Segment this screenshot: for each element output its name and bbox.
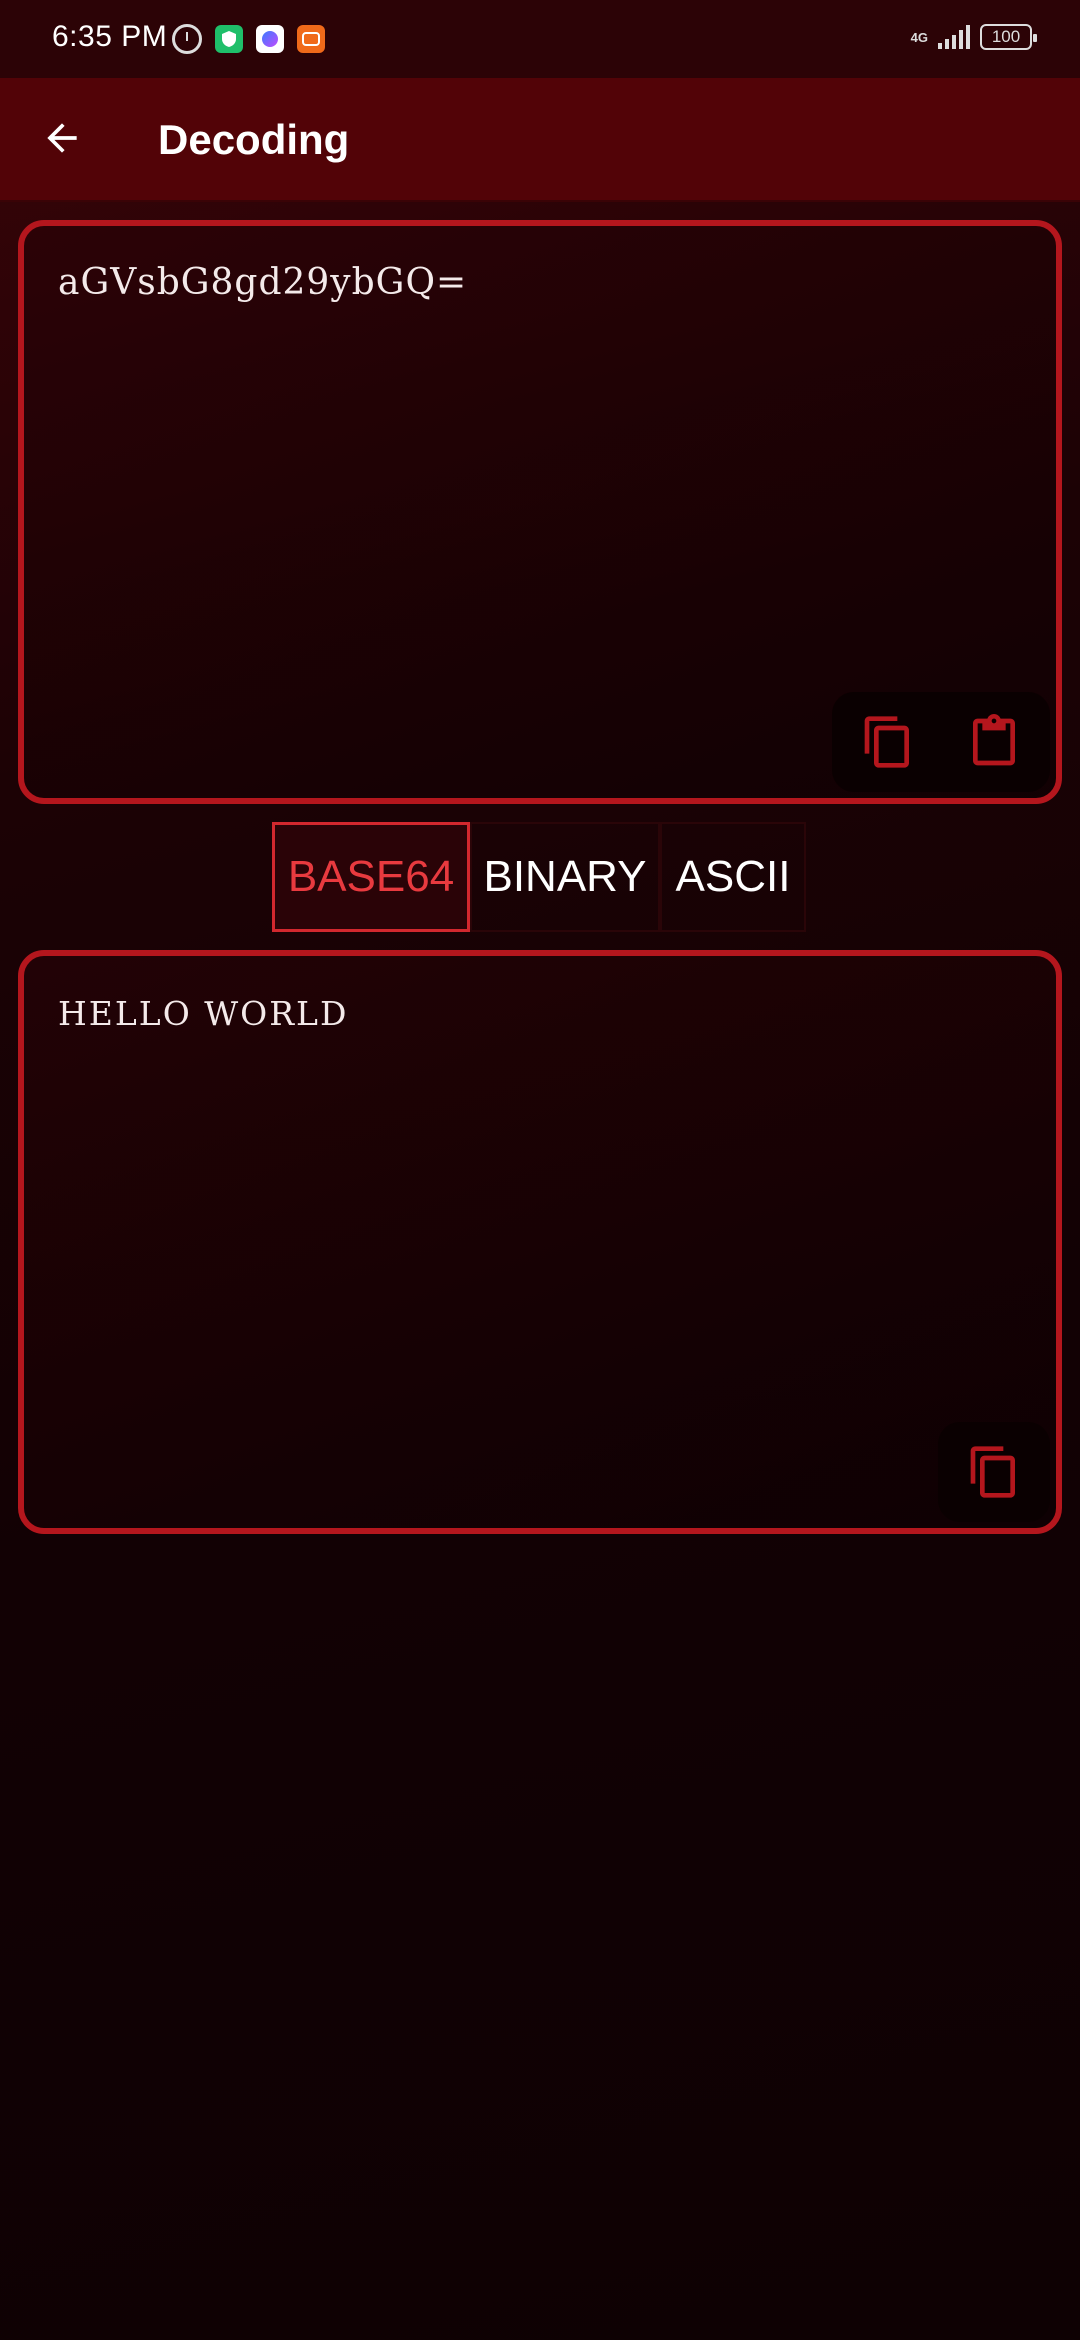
mode-ascii-button[interactable]: ASCII: [660, 822, 806, 932]
arrow-left-icon: [47, 123, 77, 153]
status-bar: 6:35 PM 4G 100: [0, 0, 1080, 78]
input-actions: [832, 692, 1050, 792]
output-actions: [938, 1422, 1050, 1522]
alarm-icon: [172, 24, 202, 54]
app-bar: Decoding: [0, 78, 1080, 202]
page-title: Decoding: [158, 116, 350, 163]
mode-binary-button[interactable]: BINARY: [470, 822, 660, 932]
notification-icons: [172, 24, 325, 54]
battery-icon: 100: [980, 24, 1037, 50]
messenger-icon: [256, 25, 284, 53]
signal-icon: [938, 25, 970, 49]
mode-base64-button[interactable]: BASE64: [272, 822, 470, 932]
copy-icon: [864, 716, 909, 768]
copy-output-button[interactable]: [956, 1434, 1032, 1510]
output-panel[interactable]: HELLO WORLD: [18, 950, 1062, 1534]
back-button[interactable]: [30, 106, 94, 170]
orange-app-icon: [297, 25, 325, 53]
copy-icon: [970, 1446, 1015, 1498]
status-time: 6:35 PM: [52, 20, 168, 53]
copy-input-button[interactable]: [850, 704, 926, 780]
mode-toggle-group: BASE64 BINARY ASCII: [272, 822, 806, 932]
input-text[interactable]: aGVsbG8gd29ybGQ=: [58, 262, 1022, 303]
shield-app-icon: [215, 25, 243, 53]
network-type: 4G: [910, 29, 928, 45]
paste-icon: [973, 714, 1015, 766]
paste-button[interactable]: [956, 704, 1032, 780]
input-panel[interactable]: aGVsbG8gd29ybGQ=: [18, 220, 1062, 804]
output-text: HELLO WORLD: [58, 994, 349, 1033]
system-status: 4G 100: [910, 24, 1037, 50]
